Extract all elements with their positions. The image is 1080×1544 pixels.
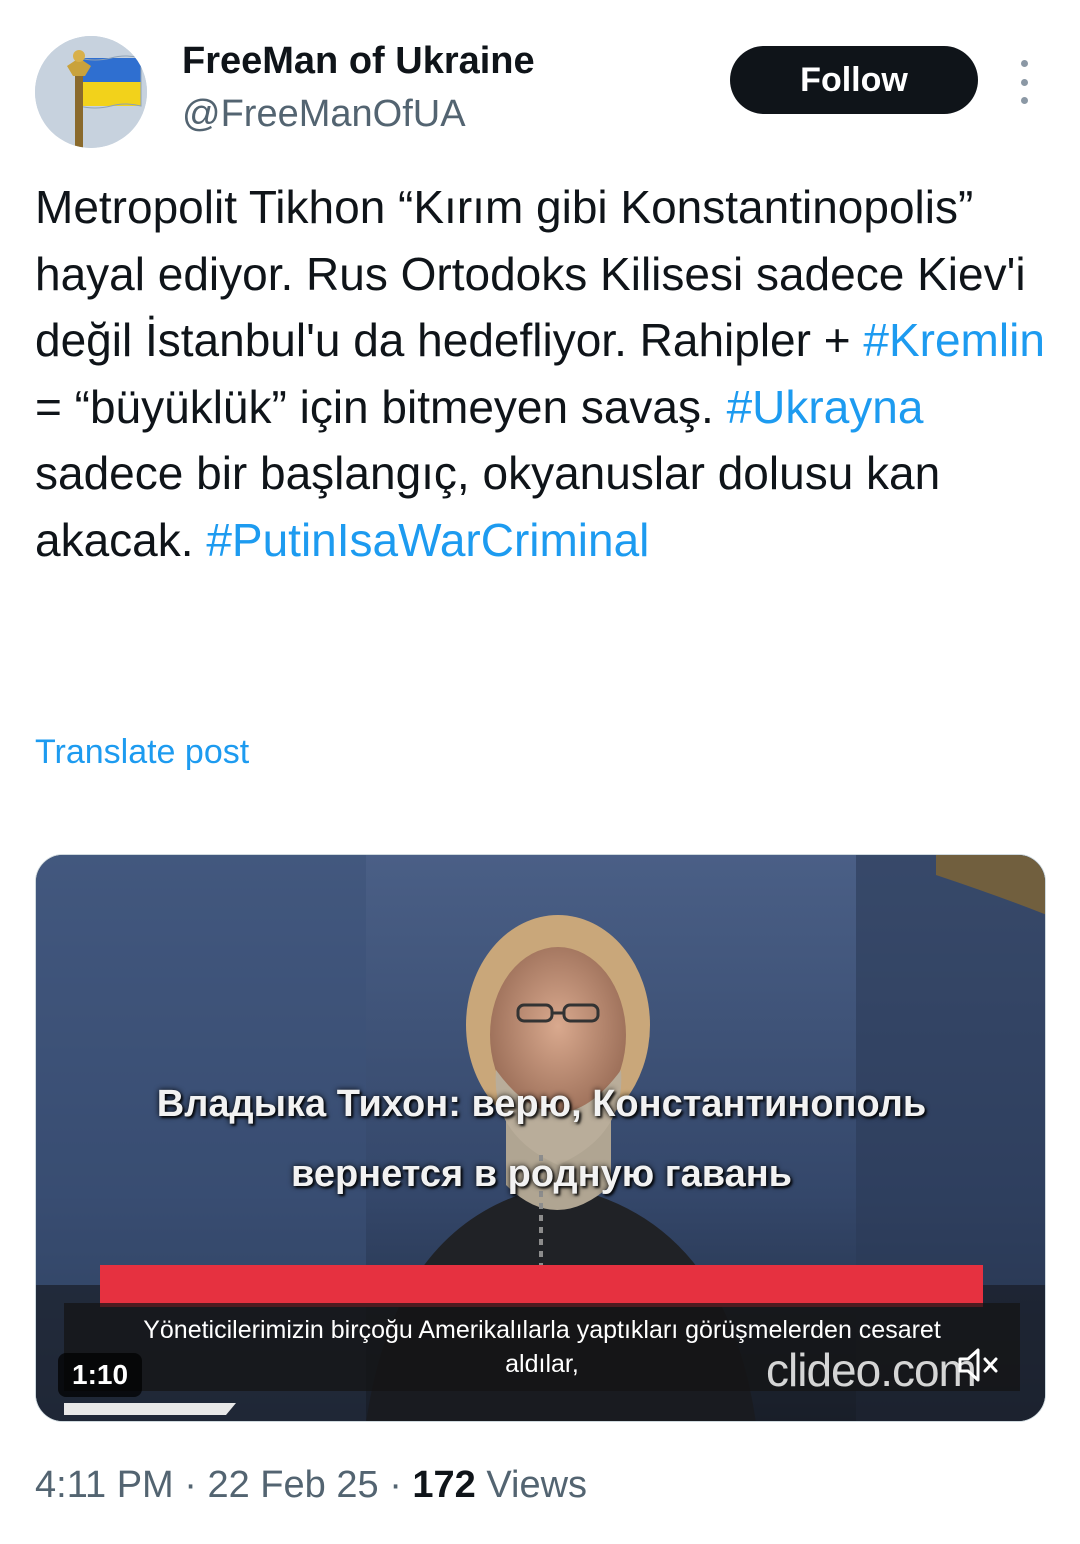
author-avatar[interactable]: [35, 36, 147, 148]
video-caption-line: вернется в родную гавань: [290, 1153, 793, 1195]
hashtag-link[interactable]: #Ukrayna: [727, 381, 924, 433]
subtitle-line: Yöneticilerimizin birçoğu Amerikalılarla…: [143, 1316, 941, 1344]
video-player[interactable]: Владыка Тихон: верю, Константинополь вер…: [35, 854, 1046, 1422]
tweet-time[interactable]: 4:11 PM: [35, 1464, 174, 1506]
views-label[interactable]: Views: [486, 1464, 587, 1506]
ukraine-flag-monument-icon: [35, 36, 147, 148]
views-count[interactable]: 172: [412, 1464, 475, 1506]
more-vertical-icon[interactable]: [1008, 60, 1040, 104]
tweet-date[interactable]: 22 Feb 25: [207, 1464, 378, 1506]
meta-separator: ·: [389, 1464, 402, 1506]
hashtag-link[interactable]: #PutinIsaWarCriminal: [206, 514, 649, 566]
muted-speaker-icon[interactable]: [956, 1345, 1000, 1385]
tweet-header: FreeMan of Ukraine @FreeManOfUA Follow: [0, 0, 1080, 160]
author-display-name[interactable]: FreeMan of Ukraine: [182, 40, 535, 83]
caption-red-band: [100, 1265, 983, 1307]
follow-button[interactable]: Follow: [730, 46, 978, 114]
meta-separator: ·: [184, 1464, 197, 1506]
clideo-watermark: clideo.com: [766, 1344, 977, 1396]
author-handle[interactable]: @FreeManOfUA: [182, 93, 466, 136]
hashtag-link[interactable]: #Kremlin: [863, 314, 1045, 366]
video-duration-badge: 1:10: [58, 1353, 143, 1397]
tweet-meta: 4:11 PM · 22 Feb 25 · 172 Views: [35, 1464, 587, 1507]
video-caption-line: Владыка Тихон: верю, Константинополь: [156, 1083, 927, 1125]
tweet-text: Metropolit Tikhon “Kırım gibi Konstantin…: [35, 174, 1045, 573]
tweet-text-segment: = “büyüklük” için bitmeyen savaş.: [35, 380, 727, 433]
translate-post-link[interactable]: Translate post: [35, 733, 249, 772]
